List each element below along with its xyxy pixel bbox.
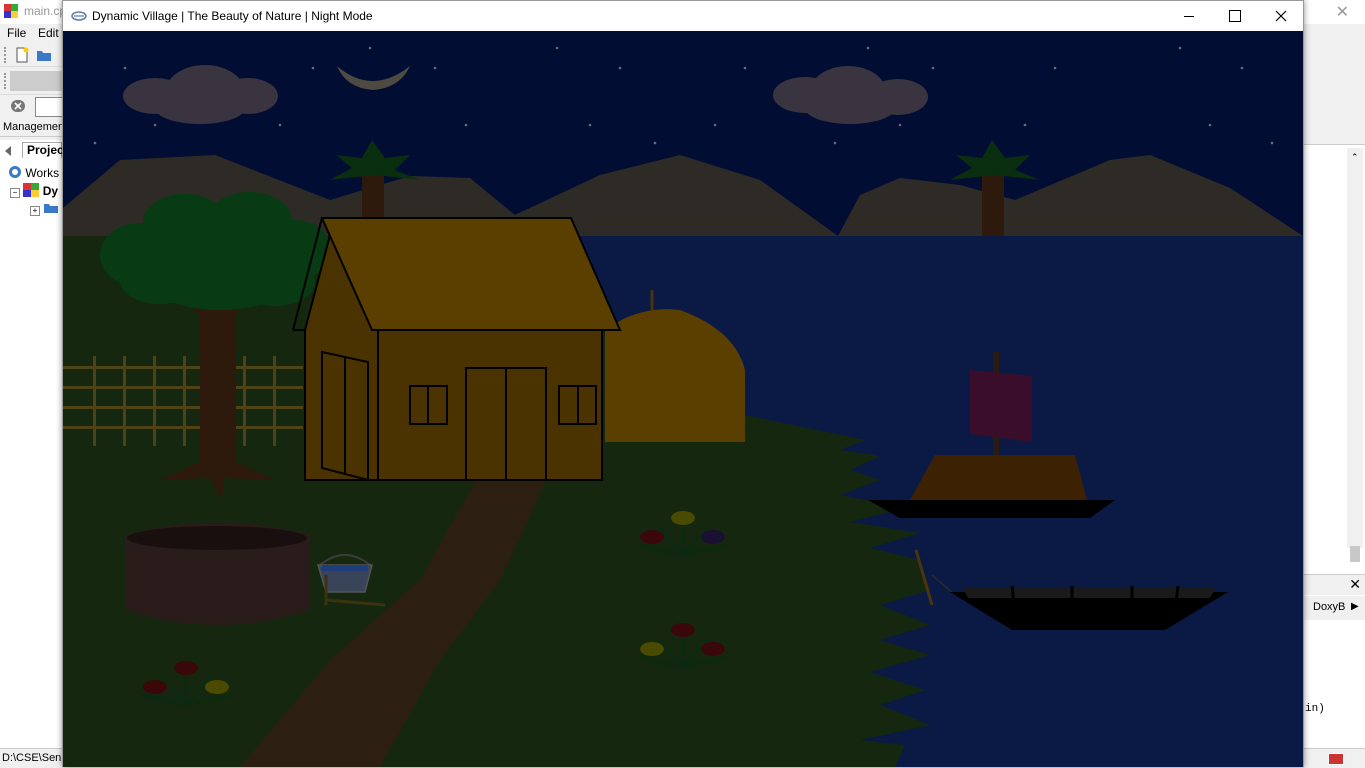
project-icon bbox=[23, 183, 40, 197]
tab-doxyblocks[interactable]: DoxyB bbox=[1313, 601, 1345, 613]
ide-title: main.cp bbox=[24, 4, 67, 18]
scene-canvas bbox=[63, 31, 1303, 767]
collapse-icon[interactable]: − bbox=[10, 188, 20, 198]
maximize-icon bbox=[1229, 10, 1241, 22]
log-text: in) bbox=[1305, 703, 1325, 715]
codeblocks-icon bbox=[4, 4, 18, 18]
status-file-path: D:\CSE\Sen bbox=[2, 752, 62, 764]
flower bbox=[174, 661, 198, 675]
folder-icon bbox=[44, 204, 59, 213]
flower bbox=[671, 623, 695, 637]
minimize-button[interactable] bbox=[1166, 1, 1212, 31]
logs-tab-bar: DoxyB ▶ bbox=[1303, 596, 1365, 620]
ide-close-button[interactable]: ✕ bbox=[1336, 2, 1349, 22]
minimize-icon bbox=[1184, 15, 1194, 17]
logs-panel-header: ✕ bbox=[1303, 574, 1365, 595]
close-button[interactable] bbox=[1258, 1, 1304, 31]
tree-item-sources[interactable]: + bbox=[30, 202, 59, 216]
tree-item-project[interactable]: − Dy bbox=[10, 183, 58, 198]
window-title: Dynamic Village | The Beauty of Nature |… bbox=[92, 9, 373, 23]
flag-icon bbox=[1328, 753, 1344, 765]
expand-icon[interactable]: + bbox=[30, 206, 40, 216]
tree-label-workspace: Works bbox=[25, 166, 60, 180]
maximize-button[interactable] bbox=[1212, 1, 1258, 31]
tab-scroll-right-icon[interactable]: ▶ bbox=[1351, 601, 1359, 612]
ide-menubar: File Edit bbox=[0, 24, 62, 42]
flower bbox=[143, 680, 167, 694]
well bbox=[125, 522, 310, 625]
flower bbox=[640, 530, 664, 544]
management-label: Managemen bbox=[3, 121, 65, 133]
flower bbox=[701, 642, 725, 656]
clear-search-icon[interactable] bbox=[10, 98, 26, 117]
app-titlebar[interactable]: Dynamic Village | The Beauty of Nature |… bbox=[63, 1, 1303, 31]
open-folder-icon[interactable] bbox=[36, 47, 52, 66]
project-tree: Projec Works − Dy + bbox=[0, 140, 64, 748]
management-panel-header: Managemen bbox=[0, 118, 65, 137]
flower bbox=[701, 530, 725, 544]
tree-label-project: Dy bbox=[42, 184, 59, 198]
tree-item-workspace[interactable]: Works bbox=[8, 165, 59, 180]
new-file-icon[interactable] bbox=[14, 47, 30, 66]
flower bbox=[640, 642, 664, 656]
app-window: Dynamic Village | The Beauty of Nature |… bbox=[62, 0, 1304, 767]
tab-projects[interactable]: Projec bbox=[22, 142, 64, 158]
app-icon bbox=[71, 10, 87, 25]
editor-scrollbar[interactable]: ⌃ bbox=[1347, 148, 1363, 562]
close-icon bbox=[1275, 10, 1287, 22]
flower bbox=[671, 511, 695, 525]
ide-toolbar-build bbox=[0, 68, 62, 95]
menu-edit[interactable]: Edit bbox=[38, 26, 59, 40]
house bbox=[292, 217, 622, 482]
search-input[interactable] bbox=[35, 97, 64, 117]
workspace-icon bbox=[9, 166, 21, 178]
editor-right-edge: ⌃ ✕ DoxyB ▶ in) bbox=[1303, 118, 1365, 748]
ide-toolbar-search bbox=[0, 94, 64, 119]
flower bbox=[205, 680, 229, 694]
menu-file[interactable]: File bbox=[7, 26, 26, 40]
tab-scroll-left-icon[interactable] bbox=[5, 146, 11, 156]
close-logs-icon[interactable]: ✕ bbox=[1349, 576, 1361, 593]
ide-toolbar-main bbox=[0, 44, 62, 67]
